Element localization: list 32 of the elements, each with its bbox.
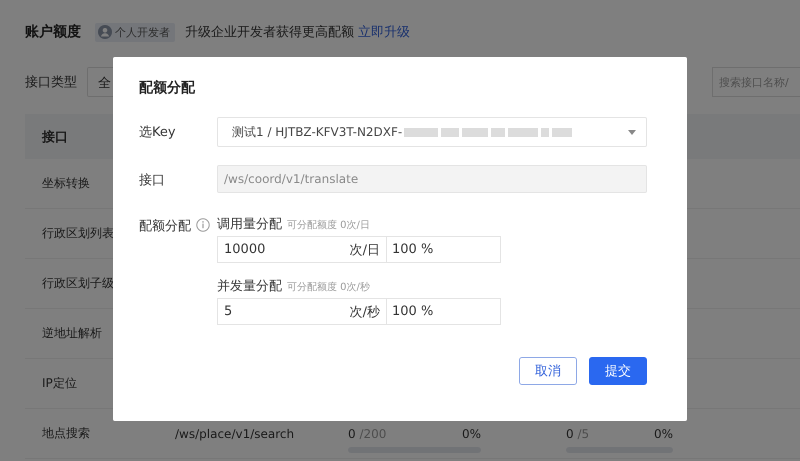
info-icon[interactable] [196,217,210,233]
percent-text: 0% [462,426,481,440]
api-field: /ws/coord/v1/translate [217,165,647,193]
cancel-button[interactable]: 取消 [519,357,577,385]
submit-button[interactable]: 提交 [589,357,647,385]
table-cell: 行政区划列表 [42,226,114,240]
table-cell: 逆地址解析 [42,326,102,340]
table-cell: /ws/place/v1/search [175,426,294,440]
group-label: 并发量分配 [217,278,282,295]
dialog-title: 配额分配 [139,79,196,97]
table-cell: 行政区划子级 [42,276,114,290]
key-select[interactable]: 测试1 / HJTBZ-KFV3T-N2DXF- [217,117,647,147]
amount-field[interactable]: 10000 次/日 [217,236,387,263]
table-cell: 坐标转换 [42,176,90,190]
filter-label: 接口类型 [25,74,77,91]
field-label: 接口 [139,172,165,189]
amount-field[interactable]: 5 次/秒 [217,298,387,325]
table-cell: 地点搜索 [42,426,90,440]
percent-field[interactable]: 100 % [387,236,501,263]
caret-icon [628,130,636,134]
percent-field[interactable]: 100 % [387,298,501,325]
percent-text: 0% [654,426,673,440]
group-label: 调用量分配 [217,216,282,233]
field-label: 选Key [139,124,176,141]
user-icon [98,25,112,39]
developer-badge: 个人开发者 [95,22,175,42]
hint-text: 可分配额度 0次/日 [287,218,370,232]
page-title: 账户额度 [25,23,81,41]
upgrade-text: 升级企业开发者获得更高配额 [185,24,354,41]
hint-text: 可分配额度 0次/秒 [287,280,370,294]
field-label: 配额分配 [139,218,191,235]
table-cell: IP定位 [42,376,77,390]
